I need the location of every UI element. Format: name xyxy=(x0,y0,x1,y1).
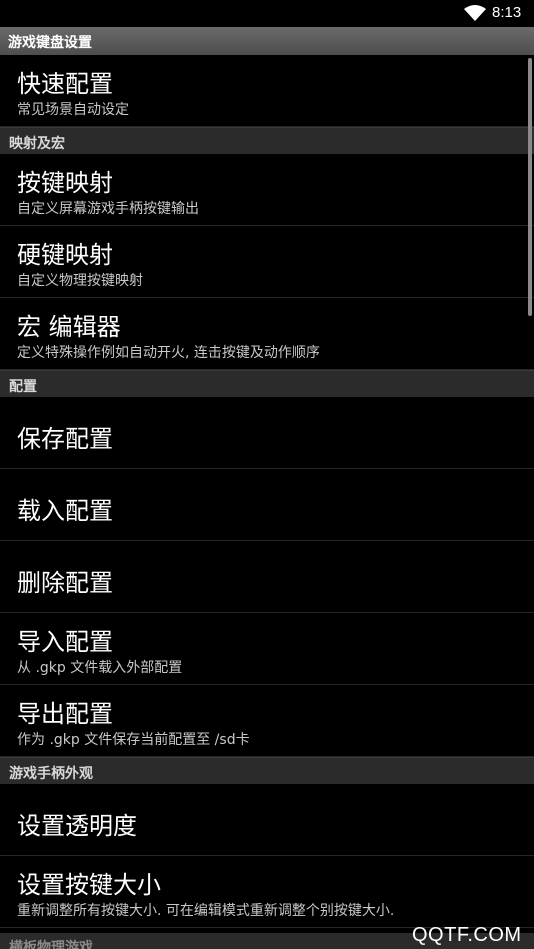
settings-item[interactable]: 快速配置常见场景自动设定 xyxy=(0,55,534,127)
settings-item-subtitle: 作为 .gkp 文件保存当前配置至 /sd卡 xyxy=(17,732,250,748)
settings-item[interactable]: 保存配置 xyxy=(0,397,534,469)
title-bar: 游戏键盘设置 xyxy=(0,27,534,55)
settings-item-title: 硬键映射 xyxy=(17,241,113,269)
settings-item-title: 设置透明度 xyxy=(17,812,137,840)
wifi-icon xyxy=(464,5,486,21)
settings-item-title: 快速配置 xyxy=(17,70,113,98)
settings-item-subtitle: 常见场景自动设定 xyxy=(17,102,129,118)
settings-item[interactable]: 按键映射自定义屏幕游戏手柄按键输出 xyxy=(0,154,534,226)
settings-item-subtitle: 定义特殊操作例如自动开火, 连击按键及动作顺序 xyxy=(17,345,320,361)
settings-item-subtitle: 自定义屏幕游戏手柄按键输出 xyxy=(17,201,199,217)
settings-item-subtitle: 自定义物理按键映射 xyxy=(17,273,143,289)
scrollbar[interactable] xyxy=(528,58,532,316)
page-title: 游戏键盘设置 xyxy=(8,35,92,51)
settings-item[interactable]: 宏 编辑器定义特殊操作例如自动开火, 连击按键及动作顺序 xyxy=(0,298,534,370)
section-header-label: 映射及宏 xyxy=(9,136,65,152)
settings-item[interactable]: 硬键映射自定义物理按键映射 xyxy=(0,226,534,298)
settings-list: 快速配置 常见场景自动设定 映射及宏 按键映射 自定义屏幕游戏手柄按键输出 硬键映射 自定义… xyxy=(0,55,534,928)
settings-item-title: 按键映射 xyxy=(17,169,113,197)
watermark: QQTF.COM xyxy=(412,924,522,946)
settings-item-subtitle: 从 .gkp 文件载入外部配置 xyxy=(17,660,183,676)
settings-item-title: 载入配置 xyxy=(17,497,113,525)
settings-item-title: 设置按键大小 xyxy=(17,871,161,899)
section-header: 配置 xyxy=(0,370,534,397)
settings-item-title: 宏 编辑器 xyxy=(17,313,121,341)
section-header-label: 游戏手柄外观 xyxy=(9,766,93,782)
settings-item[interactable]: 导入配置从 .gkp 文件载入外部配置 xyxy=(0,613,534,685)
settings-item-title: 导入配置 xyxy=(17,628,113,656)
settings-item-subtitle: 重新调整所有按键大小. 可在编辑模式重新调整个别按键大小. xyxy=(17,903,395,919)
settings-item-title: 保存配置 xyxy=(17,425,113,453)
settings-item-title: 导出配置 xyxy=(17,700,113,728)
settings-item[interactable]: 载入配置 xyxy=(0,469,534,541)
section-header-label: 配置 xyxy=(9,379,37,395)
settings-item[interactable]: 设置按键大小重新调整所有按键大小. 可在编辑模式重新调整个别按键大小. xyxy=(0,856,534,928)
section-header: 映射及宏 xyxy=(0,127,534,154)
section-header-label: 横板物理游戏 xyxy=(9,940,93,949)
settings-item[interactable]: 设置透明度 xyxy=(0,784,534,856)
settings-item[interactable]: 删除配置 xyxy=(0,541,534,613)
settings-item[interactable]: 导出配置作为 .gkp 文件保存当前配置至 /sd卡 xyxy=(0,685,534,757)
status-bar: 8:13 xyxy=(0,0,534,27)
settings-item-title: 删除配置 xyxy=(17,569,113,597)
status-time: 8:13 xyxy=(492,4,522,21)
section-header: 游戏手柄外观 xyxy=(0,757,534,784)
